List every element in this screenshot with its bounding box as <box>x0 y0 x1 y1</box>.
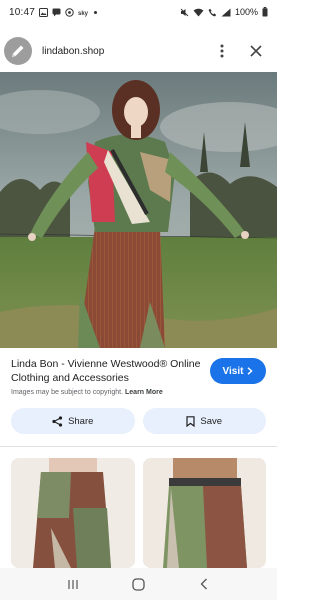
call-icon <box>208 8 217 17</box>
mute-icon <box>180 8 189 17</box>
recents-icon[interactable] <box>63 574 83 594</box>
wifi-icon <box>193 8 204 17</box>
visit-label: Visit <box>222 365 244 377</box>
battery-icon <box>262 7 268 17</box>
home-icon[interactable] <box>128 574 148 594</box>
action-row: Share Save <box>11 408 266 434</box>
news-icon: sky <box>78 8 90 17</box>
close-icon[interactable] <box>245 40 267 62</box>
gallery-icon <box>39 7 49 17</box>
battery-level: 100% <box>234 7 258 17</box>
message-icon <box>52 8 61 17</box>
status-bar: 10:47 sky 100% <box>0 0 277 24</box>
copyright-text: Images may be subject to copyright. <box>11 389 124 396</box>
share-icon <box>52 415 63 427</box>
share-label: Share <box>68 415 94 427</box>
result-title[interactable]: Linda Bon - Vivienne Westwood® Online Cl… <box>11 357 201 385</box>
site-name[interactable]: lindabon.shop <box>42 46 199 57</box>
learn-more-link[interactable]: Learn More <box>125 389 163 396</box>
result-image[interactable] <box>0 72 277 348</box>
more-vert-icon[interactable] <box>211 40 233 62</box>
save-button[interactable]: Save <box>142 408 266 434</box>
status-time: 10:47 <box>9 6 36 18</box>
save-label: Save <box>200 415 223 427</box>
visit-button[interactable]: Visit <box>210 358 266 384</box>
related-image-2[interactable] <box>142 458 266 568</box>
related-images <box>11 458 266 568</box>
top-bar: lindabon.shop <box>0 30 277 72</box>
bookmark-icon <box>186 415 196 427</box>
copyright-notice: Images may be subject to copyright. Lear… <box>11 389 266 396</box>
notification-dot-icon <box>94 10 98 14</box>
pen-icon <box>12 45 24 57</box>
whatsapp-icon <box>65 7 74 17</box>
system-nav-bar <box>0 568 277 600</box>
chevron-right-icon <box>248 367 254 375</box>
back-icon[interactable] <box>194 574 214 594</box>
signal-icon <box>221 8 231 17</box>
site-favicon <box>4 37 32 65</box>
related-image-1[interactable] <box>11 458 135 568</box>
divider <box>0 446 277 447</box>
svg-text:sky: sky <box>78 11 89 17</box>
share-button[interactable]: Share <box>11 408 135 434</box>
